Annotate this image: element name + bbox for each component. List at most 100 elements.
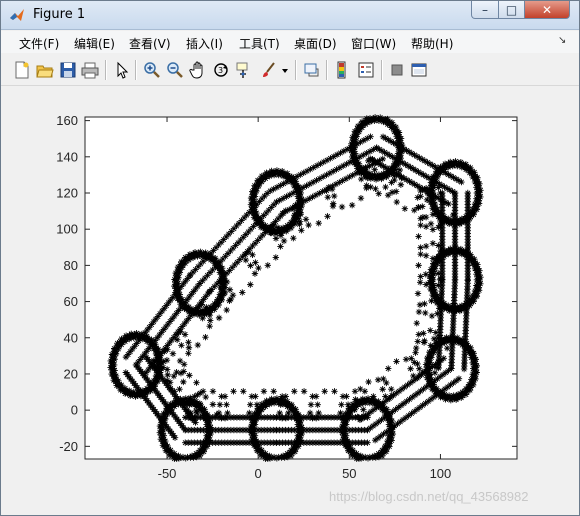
data-point-star bbox=[422, 252, 430, 259]
data-point-star bbox=[180, 361, 188, 368]
print-icon[interactable] bbox=[80, 60, 100, 80]
data-point-star bbox=[247, 262, 254, 269]
data-point-star bbox=[422, 242, 430, 250]
data-point-star bbox=[417, 215, 424, 222]
y-tick-label: 160 bbox=[56, 113, 78, 128]
data-point-star bbox=[297, 210, 305, 218]
x-tick-label: 0 bbox=[255, 466, 262, 481]
x-tick-label: 100 bbox=[430, 466, 452, 481]
menu-view[interactable]: 查看(V) bbox=[129, 35, 171, 52]
data-point-star bbox=[363, 182, 370, 189]
data-point-star bbox=[356, 169, 364, 176]
y-tick-label: 40 bbox=[64, 330, 78, 345]
data-point-star bbox=[396, 166, 404, 174]
title-bar[interactable]: Figure 1 – □ ✕ bbox=[1, 1, 579, 30]
data-point-star bbox=[427, 220, 435, 228]
data-point-star bbox=[285, 409, 292, 417]
data-point-star bbox=[187, 394, 194, 402]
select-arrow-icon[interactable] bbox=[112, 60, 132, 80]
legend-icon[interactable] bbox=[356, 60, 376, 80]
data-point-star bbox=[253, 401, 261, 408]
data-point-star bbox=[439, 338, 446, 346]
maximize-button[interactable]: □ bbox=[498, 1, 525, 19]
data-point-star bbox=[345, 409, 353, 417]
x-tick-label: 50 bbox=[342, 466, 356, 481]
x-tick-label: -50 bbox=[158, 466, 177, 481]
y-tick-label: 80 bbox=[64, 258, 78, 273]
data-point-star bbox=[351, 406, 358, 413]
hide-plot-tools-icon[interactable] bbox=[387, 60, 407, 80]
data-point-star bbox=[254, 409, 262, 417]
data-point-star bbox=[209, 401, 217, 408]
menu-help[interactable]: 帮助(H) bbox=[411, 35, 453, 52]
data-point-star bbox=[185, 344, 193, 351]
data-point-star bbox=[176, 385, 183, 393]
y-tick-label: -20 bbox=[59, 439, 78, 454]
data-point-star bbox=[428, 297, 435, 305]
menu-window[interactable]: 窗口(W) bbox=[351, 35, 396, 52]
axes-box bbox=[84, 116, 518, 460]
rotate-3d-icon[interactable]: 3 bbox=[211, 60, 231, 80]
data-point-star bbox=[445, 218, 452, 225]
new-figure-icon[interactable] bbox=[12, 60, 32, 80]
window-title: Figure 1 bbox=[33, 7, 86, 22]
menu-bar: 文件(F) 编辑(E) 查看(V) 插入(I) 工具(T) 桌面(D) 窗口(W… bbox=[1, 31, 579, 53]
data-point-star bbox=[217, 283, 224, 291]
data-point-star bbox=[415, 204, 422, 211]
data-point-star bbox=[412, 349, 419, 356]
show-plot-tools-icon[interactable] bbox=[409, 60, 429, 80]
data-point-star bbox=[417, 193, 424, 200]
zoom-in-icon[interactable] bbox=[142, 60, 162, 80]
data-point-star bbox=[379, 386, 386, 393]
matlab-logo-icon bbox=[10, 9, 24, 21]
colorbar-icon[interactable] bbox=[332, 60, 352, 80]
close-button[interactable]: ✕ bbox=[524, 1, 570, 19]
data-point-star bbox=[247, 401, 254, 408]
data-point-star bbox=[417, 250, 424, 258]
link-plot-icon[interactable] bbox=[302, 60, 322, 80]
data-point-star bbox=[323, 187, 330, 194]
data-point-star bbox=[393, 198, 400, 206]
data-point-star bbox=[380, 375, 387, 383]
data-cursor-icon[interactable] bbox=[234, 60, 254, 80]
axes-plot[interactable]: -20 0 20 40 60 80 100 120 140 160 -50 0 50 100 bbox=[1, 86, 579, 515]
data-point-star bbox=[302, 216, 310, 223]
undock-arrow-icon[interactable]: ↘ bbox=[558, 35, 566, 46]
menu-tools[interactable]: 工具(T) bbox=[239, 35, 280, 52]
minimize-button[interactable]: – bbox=[471, 1, 499, 19]
data-point-star bbox=[215, 314, 223, 322]
data-point-star bbox=[264, 262, 272, 269]
data-point-star bbox=[202, 393, 209, 401]
data-point-star bbox=[277, 232, 285, 239]
data-point-star bbox=[460, 365, 468, 373]
data-point-star bbox=[430, 335, 438, 343]
data-point-star bbox=[407, 365, 414, 372]
brush-icon[interactable] bbox=[258, 60, 278, 80]
data-point-star bbox=[291, 212, 298, 219]
y-tick-label: 100 bbox=[56, 222, 78, 237]
data-point-star bbox=[182, 439, 189, 446]
save-icon[interactable] bbox=[58, 60, 78, 80]
watermark-text: https://blog.csdn.net/qq_43568982 bbox=[329, 489, 529, 504]
menu-desktop[interactable]: 桌面(D) bbox=[294, 35, 337, 52]
zoom-out-icon[interactable] bbox=[165, 60, 185, 80]
data-point-star bbox=[199, 314, 206, 322]
data-point-star bbox=[180, 368, 187, 375]
data-point-star bbox=[415, 233, 422, 240]
y-tick-label: 60 bbox=[64, 294, 78, 309]
brush-dropdown-icon[interactable] bbox=[280, 60, 290, 80]
menu-insert[interactable]: 插入(I) bbox=[186, 35, 223, 52]
data-point-star bbox=[360, 406, 367, 413]
menu-file[interactable]: 文件(F) bbox=[19, 35, 59, 52]
data-point-star bbox=[422, 185, 430, 192]
data-point-star bbox=[280, 237, 288, 245]
data-point-star bbox=[173, 368, 180, 376]
menu-edit[interactable]: 编辑(E) bbox=[74, 35, 115, 52]
svg-text:3: 3 bbox=[218, 66, 223, 75]
figure-canvas: -20 0 20 40 60 80 100 120 140 160 -50 0 50 100 bbox=[1, 86, 579, 515]
data-point-star bbox=[186, 372, 193, 379]
open-file-icon[interactable] bbox=[35, 60, 55, 80]
pan-hand-icon[interactable] bbox=[188, 60, 208, 80]
data-point-star bbox=[388, 385, 395, 393]
data-point-star bbox=[344, 401, 352, 408]
